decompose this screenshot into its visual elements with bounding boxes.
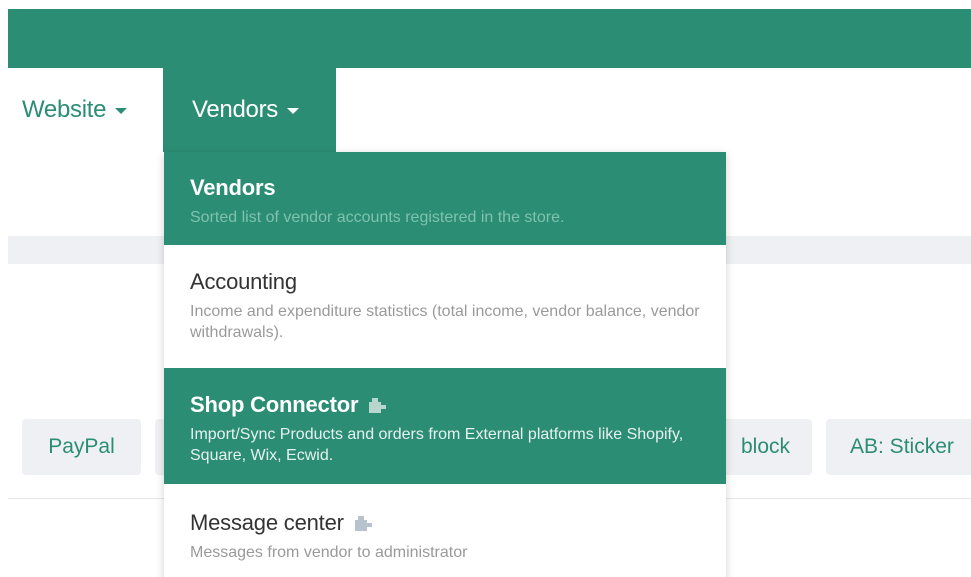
menu-item-shop-connector[interactable]: Shop Connector Import/Sync Products and … bbox=[164, 368, 726, 484]
menu-item-message-center-title: Message center bbox=[190, 510, 344, 535]
menu-item-shop-connector-title: Shop Connector bbox=[190, 392, 359, 417]
menu-item-title: Shop Connector bbox=[190, 392, 702, 418]
tab-paypal[interactable]: PayPal bbox=[22, 419, 141, 475]
nav-vendors-label: Vendors bbox=[192, 96, 278, 123]
nav-website[interactable]: Website bbox=[22, 68, 128, 152]
top-header-bar bbox=[8, 9, 971, 68]
menu-item-description: Sorted list of vendor accounts registere… bbox=[190, 209, 565, 226]
puzzle-icon bbox=[354, 514, 374, 532]
puzzle-icon bbox=[368, 396, 388, 414]
app-frame: Website Vendors PayPal block AB: Sticker… bbox=[0, 0, 971, 577]
tab-block-label: block bbox=[740, 435, 790, 458]
menu-item-message-center[interactable]: Message center Messages from vendor to a… bbox=[164, 484, 726, 577]
nav-vendors[interactable]: Vendors bbox=[163, 68, 336, 152]
nav-website-label: Website bbox=[22, 96, 107, 123]
caret-down-icon bbox=[286, 108, 299, 114]
menu-item-description: Messages from vendor to administrator bbox=[190, 544, 468, 561]
menu-item-vendors[interactable]: Vendors Sorted list of vendor accounts r… bbox=[164, 152, 726, 245]
tab-paypal-label: PayPal bbox=[48, 435, 115, 458]
caret-down-icon bbox=[115, 108, 128, 114]
menu-item-title: Message center bbox=[190, 510, 702, 536]
tab-sticker[interactable]: AB: Sticker bbox=[826, 419, 971, 475]
menu-item-title: Accounting bbox=[190, 269, 702, 295]
menu-item-title: Vendors bbox=[190, 175, 702, 201]
tab-sticker-label: AB: Sticker bbox=[850, 435, 954, 458]
vendors-dropdown-menu: Vendors Sorted list of vendor accounts r… bbox=[164, 152, 726, 577]
menu-item-accounting-title: Accounting bbox=[190, 269, 297, 294]
main-nav: Website Vendors bbox=[8, 68, 971, 152]
menu-item-accounting[interactable]: Accounting Income and expenditure statis… bbox=[164, 245, 726, 368]
menu-item-vendors-title: Vendors bbox=[190, 175, 276, 200]
menu-item-description: Import/Sync Products and orders from Ext… bbox=[190, 426, 684, 464]
menu-item-description: Income and expenditure statistics (total… bbox=[190, 303, 700, 341]
